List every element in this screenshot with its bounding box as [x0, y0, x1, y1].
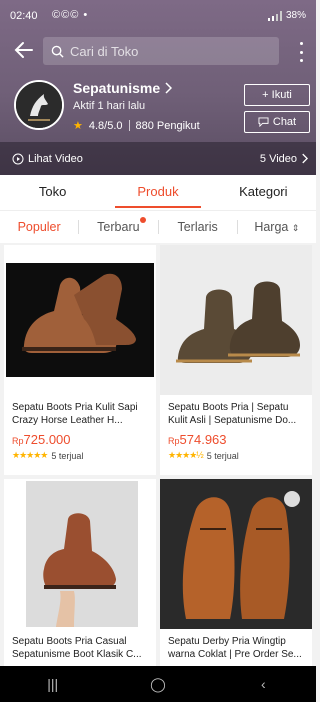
video-count: 5 Video: [259, 152, 297, 165]
sold-count: 5 terjual: [51, 450, 84, 461]
battery-level: 38%: [285, 10, 306, 21]
shop-active-status: Aktif 1 hari lalu: [73, 100, 146, 112]
status-right: 38%: [267, 10, 306, 21]
watch-video-label: Lihat Video: [28, 152, 83, 165]
sort-harga-label: Harga: [254, 220, 289, 234]
sort-terbaru[interactable]: Terbaru: [79, 217, 157, 234]
product-card[interactable]: Sepatu Boots Pria Kulit Sapi Crazy Horse…: [4, 245, 156, 475]
sort-terlaris[interactable]: Terlaris: [159, 220, 237, 234]
video-count-link[interactable]: 5 Video: [260, 153, 308, 165]
currency: Rp: [12, 436, 24, 446]
product-image: [160, 479, 312, 629]
tab-produk[interactable]: Produk: [105, 175, 210, 210]
product-title: Sepatu Boots Pria Casual Sepatunisme Boo…: [12, 636, 142, 660]
product-card[interactable]: Sepatu Derby Pria Wingtip warna Coklat |…: [160, 479, 312, 669]
chat-button[interactable]: Chat: [244, 111, 310, 133]
product-card[interactable]: Sepatu Boots Pria | Sepatu Kulit Asli | …: [160, 245, 312, 475]
system-nav-bar: ||| ◯ ‹: [0, 666, 316, 702]
follow-button[interactable]: + Ikuti: [244, 84, 310, 106]
shop-avatar[interactable]: [14, 80, 64, 130]
shop-rating: 4.8/5.0: [88, 119, 123, 132]
search-row: [0, 36, 316, 68]
sort-harga[interactable]: Harga ⇕: [238, 220, 316, 234]
search-box[interactable]: [43, 37, 279, 65]
home-icon[interactable]: ◯: [143, 676, 173, 693]
sort-terbaru-label: Terbaru: [97, 220, 140, 234]
tab-toko[interactable]: Toko: [0, 175, 105, 210]
shop-meta: ★ 4.8/5.0 880 Pengikut: [73, 119, 200, 133]
shop-name[interactable]: Sepatunisme: [73, 80, 173, 96]
new-indicator-dot: [139, 217, 146, 223]
product-image: [4, 479, 156, 629]
tab-kategori[interactable]: Kategori: [211, 175, 316, 210]
sort-bar: Populer Terbaru Terlaris Harga ⇕: [0, 211, 316, 243]
chat-bubble-icon: [258, 117, 269, 127]
product-title: Sepatu Boots Pria | Sepatu Kulit Asli | …: [168, 402, 297, 426]
product-price: Rp725.000: [4, 429, 156, 447]
sold-count: 5 terjual: [206, 450, 239, 461]
chevron-right-icon: [165, 82, 173, 94]
shop-followers: 880 Pengikut: [135, 119, 200, 132]
search-icon: [51, 45, 64, 58]
status-bar: 02:40 ©©© • 38%: [0, 0, 316, 32]
currency: Rp: [168, 436, 180, 446]
price-value: 574.963: [179, 432, 227, 447]
shop-name-text: Sepatunisme: [73, 80, 161, 96]
notification-icons: ©©© •: [52, 9, 89, 21]
product-price: Rp574.963: [160, 429, 312, 447]
signal-icon: [267, 10, 282, 21]
sort-arrows-icon: ⇕: [291, 223, 300, 233]
product-title: Sepatu Boots Pria Kulit Sapi Crazy Horse…: [12, 402, 138, 426]
rating-stars-icon: ★★★★★: [12, 450, 48, 460]
sort-populer[interactable]: Populer: [0, 220, 78, 234]
product-image: [4, 245, 156, 395]
back-arrow-icon[interactable]: [12, 38, 36, 62]
price-value: 725.000: [23, 432, 71, 447]
chevron-right-icon: [302, 153, 308, 164]
shop-header: 02:40 ©©© • 38% Sepatu: [0, 0, 316, 175]
product-rating-row: ★★★★½ 5 terjual: [160, 447, 312, 461]
follow-label: + Ikuti: [262, 89, 292, 101]
product-card[interactable]: Sepatu Boots Pria Casual Sepatunisme Boo…: [4, 479, 156, 669]
star-icon: ★: [73, 120, 83, 132]
recent-apps-icon[interactable]: |||: [38, 676, 68, 692]
horse-logo-icon: [16, 82, 62, 128]
search-input[interactable]: [70, 43, 260, 59]
video-play-icon: [12, 153, 24, 164]
product-image: [160, 245, 312, 395]
divider: [128, 120, 130, 131]
video-bar[interactable]: Lihat Video 5 Video: [0, 142, 316, 175]
watch-video-link[interactable]: Lihat Video: [12, 153, 83, 165]
product-rating-row: ★★★★★ 5 terjual: [4, 447, 156, 461]
shop-tabs: Toko Produk Kategori: [0, 175, 316, 211]
rating-stars-icon: ★★★★½: [168, 450, 204, 460]
more-options-icon[interactable]: [298, 42, 304, 62]
back-icon[interactable]: ‹: [248, 676, 278, 692]
product-title: Sepatu Derby Pria Wingtip warna Coklat |…: [168, 636, 302, 660]
chat-label: Chat: [272, 116, 297, 128]
status-time: 02:40: [10, 10, 38, 22]
